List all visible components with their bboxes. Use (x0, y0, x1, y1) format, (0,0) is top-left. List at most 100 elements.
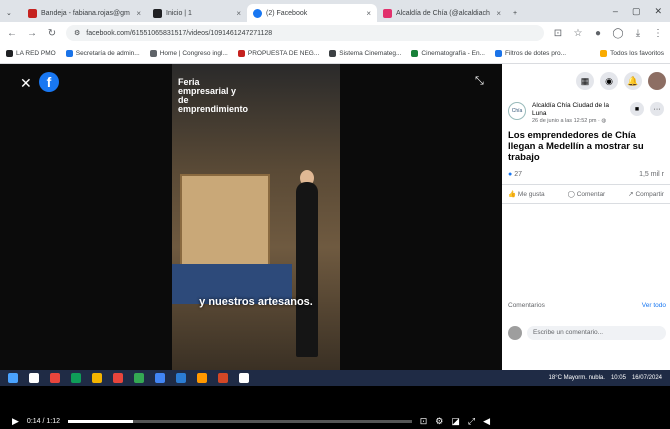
site-info-icon[interactable]: ⚙ (74, 29, 80, 37)
page-logo[interactable]: Chía (508, 102, 526, 120)
page-name[interactable]: Alcaldía Chía Ciudad de la Luna (532, 102, 624, 118)
video-overlay-title: Feria empresarial y de emprendimiento (178, 77, 249, 114)
close-icon[interactable]: × (136, 9, 141, 18)
post-stats: ● 27 1,5 mil r (502, 165, 670, 184)
minimize-icon[interactable]: – (613, 6, 618, 17)
chrome-icon[interactable] (134, 373, 144, 383)
downloads-icon[interactable]: ⤓ (632, 28, 644, 39)
search-icon[interactable] (29, 373, 39, 383)
forward-icon[interactable]: → (26, 28, 38, 39)
save-icon[interactable]: ■ (630, 102, 644, 116)
miniplayer-icon[interactable]: ◪ (451, 416, 460, 427)
bookmark-star-icon[interactable]: ☆ (572, 28, 584, 39)
play-icon[interactable]: ▶ (12, 416, 19, 427)
bookmark-label: LA RED PMO (16, 50, 56, 57)
bookmark-label: Sistema Cinemateg... (339, 50, 402, 57)
facebook-logo-icon[interactable]: f (39, 72, 59, 92)
weather-text[interactable]: 18°C Mayorm. nubla. (549, 375, 605, 381)
comment-button[interactable]: ◯ Comentar (568, 190, 606, 198)
tab-facebook[interactable]: (2) Facebook × (247, 4, 377, 22)
bookmark-item[interactable]: Filtros de dotes pro... (495, 50, 566, 57)
settings-icon[interactable]: ⚙ (435, 416, 443, 427)
tab-search-button[interactable]: ⌄ (0, 4, 22, 22)
bookmark-label: Todos los favoritos (610, 50, 664, 57)
translate-icon[interactable]: ⊡ (552, 28, 564, 39)
fullscreen-icon[interactable]: ⤢ (468, 416, 475, 427)
page-icon (153, 8, 162, 18)
like-button[interactable]: 👍 Me gusta (508, 190, 545, 198)
see-all-link[interactable]: Ver todo (642, 302, 666, 309)
taskbar: 18°C Mayorm. nubla. 10:05 16/07/2024 (0, 370, 670, 386)
close-icon[interactable]: × (236, 9, 241, 18)
video-controls: ▶ 0:14 / 1:12 ⊡ ⚙ ◪ ⤢ ◀ (0, 413, 502, 429)
bookmark-item[interactable]: PROPUESTA DE NEG... (237, 50, 320, 57)
captions-icon[interactable]: ⊡ (420, 416, 428, 427)
like-reaction-icon: ● (508, 171, 513, 178)
tab-inicio[interactable]: Inicio | 1 × (147, 4, 247, 22)
url-text: facebook.com/61551065831517/videos/10914… (86, 29, 273, 37)
reload-icon[interactable]: ↻ (46, 28, 58, 39)
post-actions: 👍 Me gusta ◯ Comentar ↗ Compartir (502, 184, 670, 204)
bookmark-label: Secretaría de admin... (75, 50, 140, 57)
expand-icon[interactable]: ⤡ (475, 75, 484, 88)
video-player[interactable]: Feria empresarial y de emprendimiento y … (172, 64, 340, 370)
back-icon[interactable]: ← (6, 28, 18, 39)
more-options-icon[interactable]: ··· (650, 102, 664, 116)
start-icon[interactable] (8, 373, 18, 383)
avatar (508, 326, 522, 340)
bookmark-item[interactable]: Secretaría de admin... (65, 50, 140, 57)
reactions-count[interactable]: ● 27 (508, 171, 522, 178)
bookmark-item[interactable]: Home | Congreso ingl... (149, 50, 228, 57)
tab-label: Inicio | 1 (166, 9, 192, 17)
app-icon[interactable] (155, 373, 165, 383)
notifications-icon[interactable]: 🔔 (624, 72, 642, 90)
app-icon[interactable] (197, 373, 207, 383)
messenger-icon[interactable]: ◉ (600, 72, 618, 90)
tab-instagram[interactable]: Alcaldía de Chía (@alcaldiach × (377, 4, 507, 22)
comment-input[interactable]: Escribe un comentario... (527, 326, 666, 340)
like-label: Me gusta (517, 191, 545, 198)
menu-icon[interactable]: ⋮ (652, 28, 664, 39)
folder-icon[interactable] (92, 373, 102, 383)
word-icon[interactable] (176, 373, 186, 383)
bookmark-label: Filtros de dotes pro... (505, 50, 567, 57)
bookmark-item[interactable]: Cinematografía - En... (411, 50, 485, 57)
bookmark-item[interactable]: LA RED PMO (6, 50, 56, 57)
video-viewer: Feria empresarial y de emprendimiento y … (0, 64, 502, 426)
panel-header: ▦ ◉ 🔔 (502, 64, 670, 98)
url-input[interactable]: ⚙ facebook.com/61551065831517/videos/109… (66, 25, 544, 41)
video-progress-bar[interactable] (68, 419, 412, 423)
comments-label: Comentarios (508, 302, 545, 309)
app-icon[interactable] (50, 373, 60, 383)
app-icon[interactable] (218, 373, 228, 383)
share-label: Compartir (635, 191, 664, 198)
tab-gmail[interactable]: Bandeja - fabiana.rojas@gm × (22, 4, 147, 22)
close-icon[interactable]: ✕ (20, 75, 32, 92)
bookmark-label: PROPUESTA DE NEG... (247, 50, 320, 57)
new-tab-button[interactable]: + (507, 4, 523, 22)
reactions-value: 27 (514, 171, 522, 178)
profile-icon[interactable]: ◯ (612, 28, 624, 39)
gmail-icon (28, 8, 37, 18)
menu-grid-icon[interactable]: ▦ (576, 72, 594, 90)
share-icon: ↗ (628, 191, 634, 198)
thumbs-up-icon: 👍 (508, 191, 517, 198)
avatar[interactable] (648, 72, 666, 90)
app-icon[interactable] (71, 373, 81, 383)
volume-icon[interactable]: ◀ (483, 416, 490, 427)
instagram-icon (383, 8, 392, 18)
share-button[interactable]: ↗ Compartir (628, 190, 664, 198)
address-bar: ← → ↻ ⚙ facebook.com/61551065831517/vide… (0, 22, 670, 44)
close-window-icon[interactable]: ✕ (654, 6, 662, 17)
app-icon[interactable] (239, 373, 249, 383)
post-panel: ▦ ◉ 🔔 Chía Alcaldía Chía Ciudad de la Lu… (502, 64, 670, 370)
close-icon[interactable]: × (366, 9, 371, 18)
bookmark-item[interactable]: Todos los favoritos (600, 50, 664, 57)
bookmark-item[interactable]: Sistema Cinemateg... (329, 50, 401, 57)
close-icon[interactable]: × (496, 9, 501, 18)
app-icon[interactable] (113, 373, 123, 383)
bookmark-label: Cinematografía - En... (421, 50, 485, 57)
post-title: Los emprendedores de Chía llegan a Medel… (508, 130, 644, 163)
maximize-icon[interactable]: ▢ (632, 6, 641, 17)
extension-icon[interactable]: ● (592, 28, 604, 39)
